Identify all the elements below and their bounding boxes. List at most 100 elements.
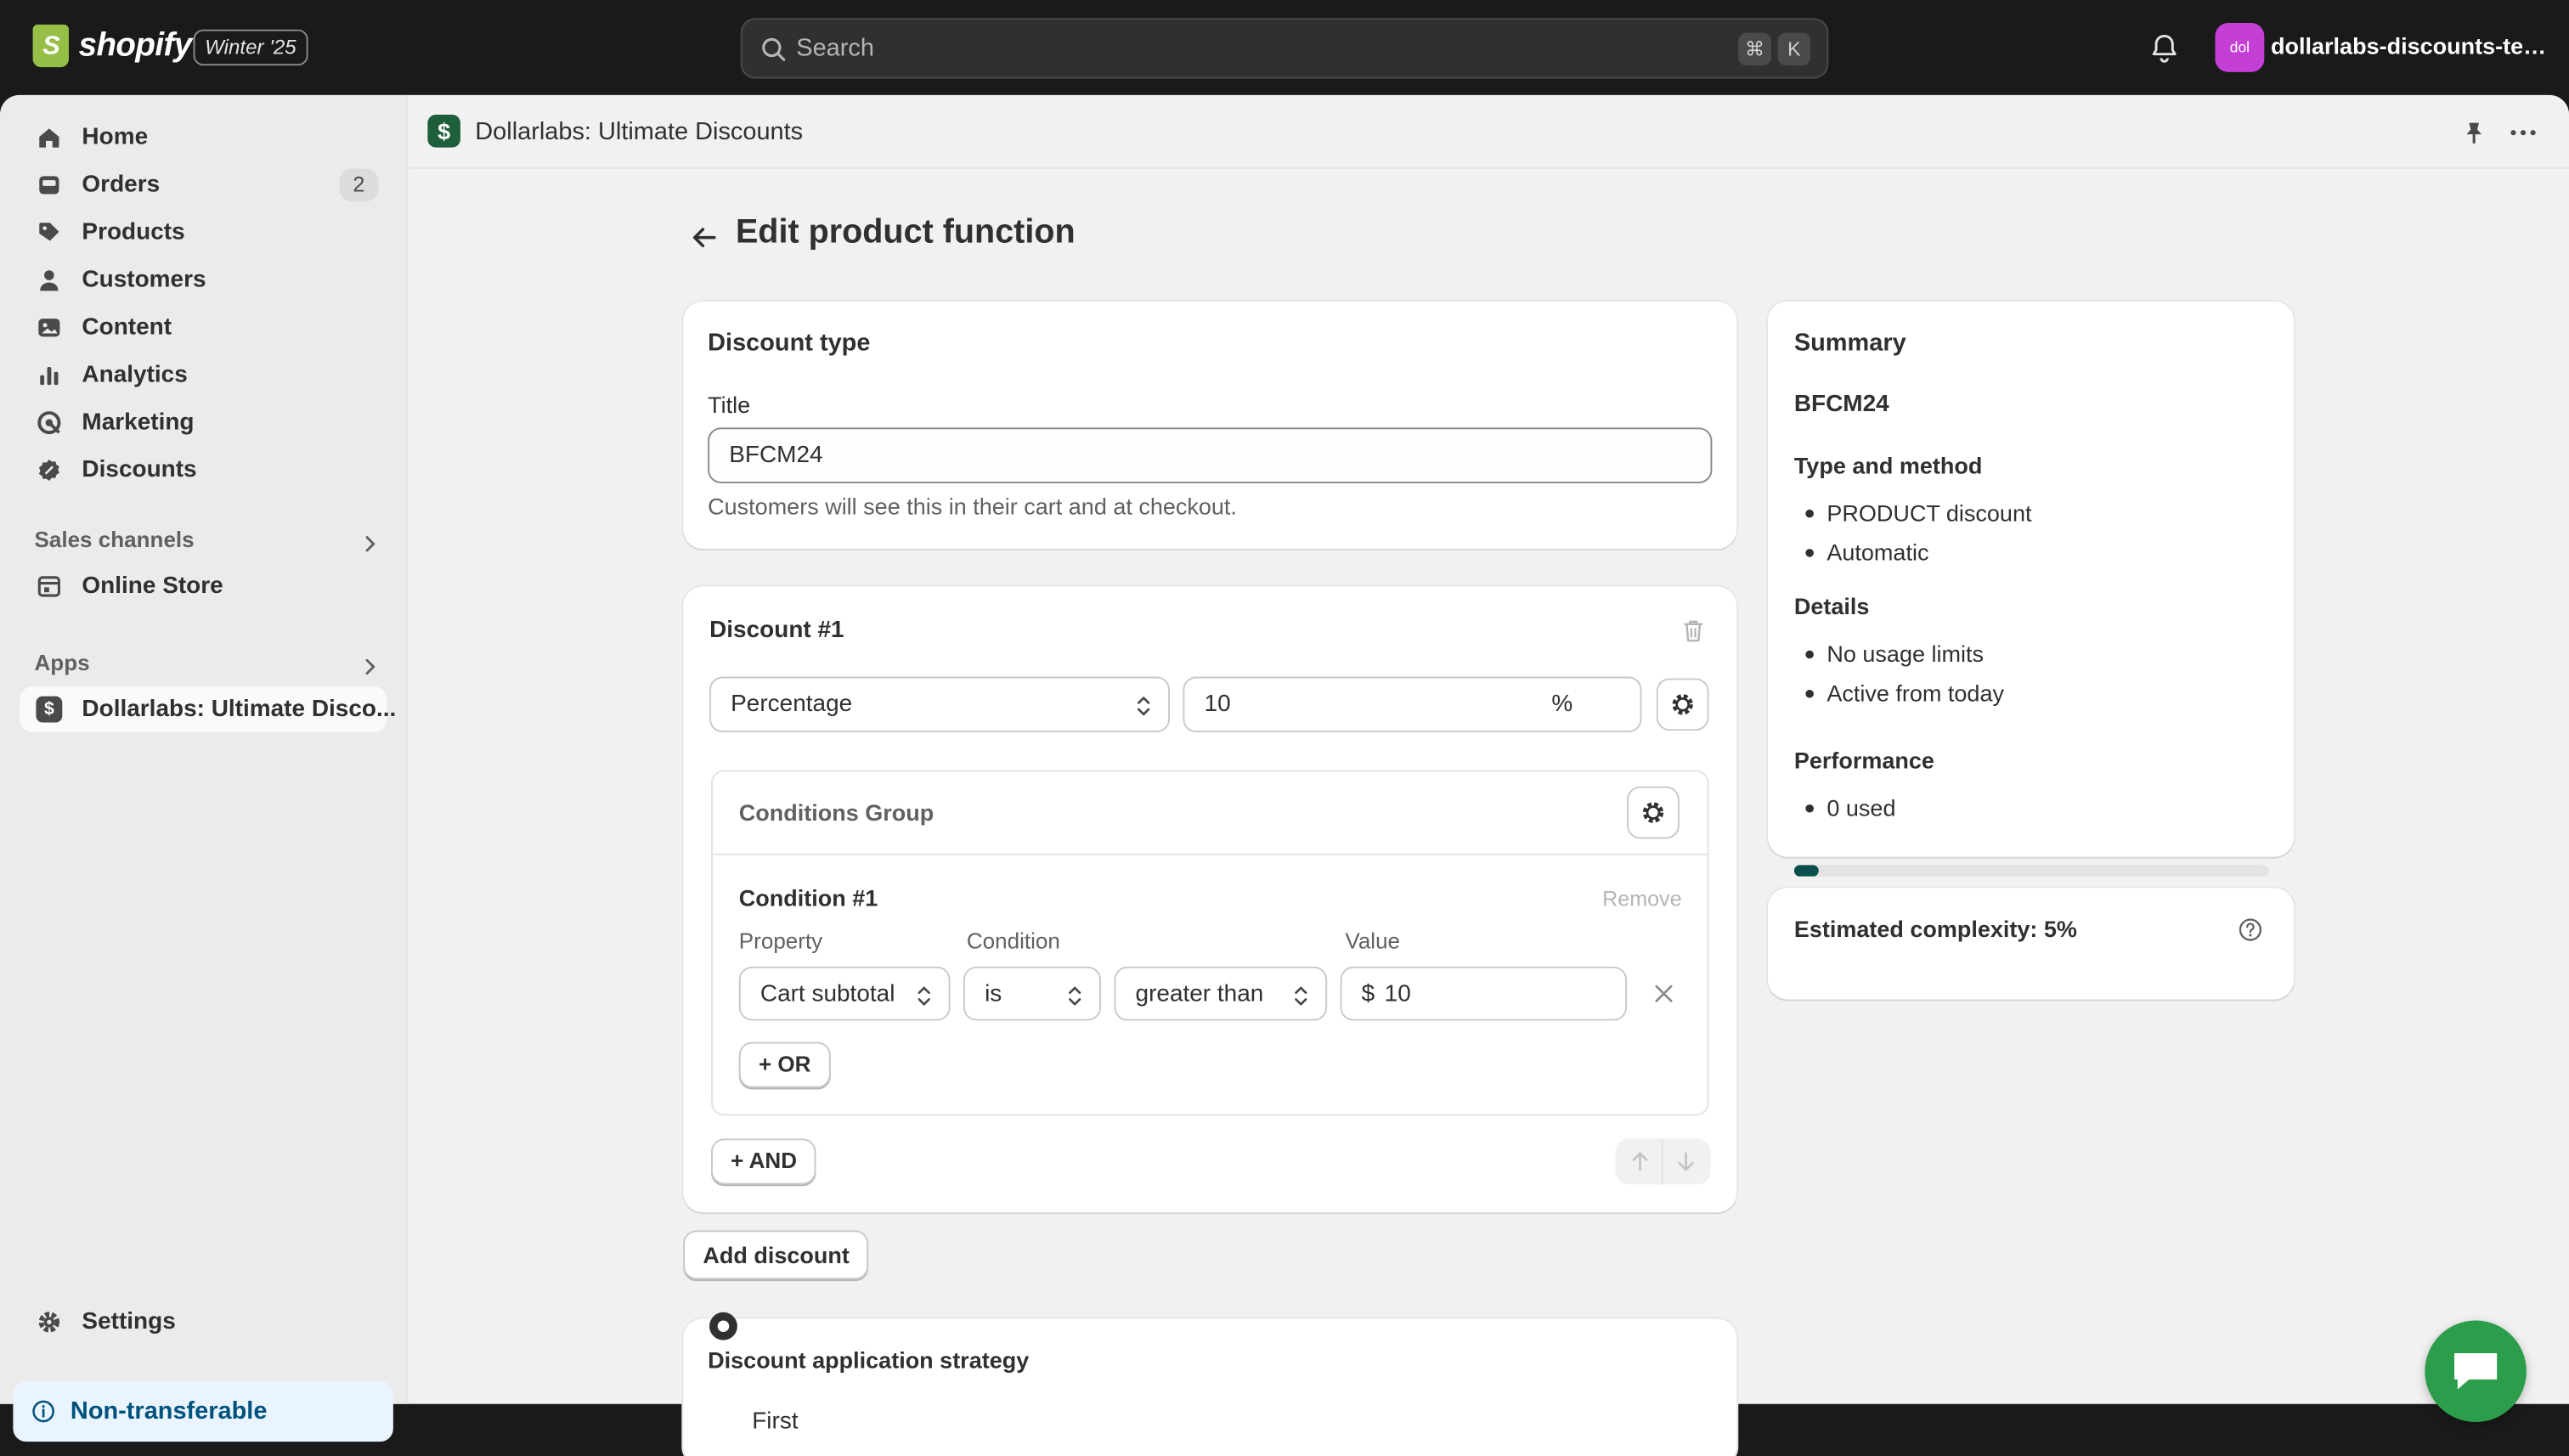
conditions-group-heading: Conditions Group	[738, 799, 934, 827]
title-input-value: BFCM24	[729, 442, 823, 469]
sidebar-item-discounts[interactable]: Discounts	[20, 448, 387, 494]
value-label: Value	[1345, 928, 1401, 954]
store-name[interactable]: dollarlabs-discounts-test...	[2271, 33, 2549, 59]
more-options-icon[interactable]	[2509, 120, 2538, 146]
complexity-progress-bar	[1793, 865, 2270, 877]
sidebar-item-label: Content	[82, 314, 172, 341]
person-icon	[40, 270, 59, 291]
select-arrows-icon	[1069, 986, 1081, 1006]
gear-icon	[1642, 802, 1664, 823]
comparison-select[interactable]: greater than	[1114, 966, 1328, 1021]
or-button[interactable]: + OR	[738, 1041, 831, 1088]
store-avatar[interactable]: dol	[2215, 23, 2265, 72]
arrow-down-icon[interactable]	[1674, 1150, 1697, 1173]
sidebar-item-home[interactable]: Home	[20, 115, 387, 161]
summary-type-item: PRODUCT discount	[1827, 499, 2032, 527]
discount-type-value: Percentage	[731, 691, 853, 718]
summary-usage-item: No usage limits	[1827, 641, 1984, 667]
complexity-progress-fill	[1793, 865, 1818, 877]
sidebar-item-orders[interactable]: Orders 2	[20, 162, 387, 208]
close-icon[interactable]	[1653, 983, 1674, 1004]
discount-amount-input[interactable]: 10 %	[1183, 676, 1642, 733]
discount-icon	[38, 459, 59, 482]
strategy-card	[683, 1318, 1737, 1456]
sidebar-item-label: Online Store	[82, 573, 223, 600]
chat-icon	[2454, 1353, 2498, 1390]
shopify-logo[interactable]: shopify	[32, 24, 192, 68]
sidebar-item-settings[interactable]: Settings	[20, 1299, 387, 1345]
title-input[interactable]: BFCM24	[708, 427, 1713, 483]
bullet	[1805, 804, 1814, 813]
performance-heading: Performance	[1793, 747, 1934, 774]
condition-heading: Condition #1	[738, 884, 878, 911]
back-arrow-icon[interactable]	[688, 221, 721, 254]
help-icon[interactable]	[2238, 917, 2262, 942]
property-select[interactable]: Cart subtotal	[738, 966, 951, 1021]
app-header: $ Dollarlabs: Ultimate Discounts	[408, 94, 2569, 169]
dollarlabs-app-icon: $	[427, 115, 460, 148]
sidebar-item-label: Home	[82, 124, 149, 151]
strategy-first-radio[interactable]	[709, 1312, 737, 1340]
complexity-card	[1767, 888, 2295, 1000]
app-title: Dollarlabs: Ultimate Discounts	[475, 117, 804, 146]
sidebar-item-content[interactable]: Content	[20, 305, 387, 351]
chevron-right-icon[interactable]	[360, 534, 380, 554]
bell-icon[interactable]	[2148, 31, 2181, 65]
edition-badge[interactable]: Winter '25	[193, 29, 308, 66]
sidebar-item-label: Customers	[82, 267, 206, 294]
sidebar-item-dollarlabs[interactable]: $ Dollarlabs: Ultimate Disco...	[20, 686, 396, 733]
condition-label: Condition	[966, 928, 1060, 954]
summary-code: BFCM24	[1793, 391, 1889, 418]
non-transferable-label: Non-transferable	[70, 1397, 268, 1425]
bullet	[1805, 549, 1814, 557]
chat-button[interactable]	[2425, 1320, 2527, 1423]
summary-card	[1767, 301, 2295, 857]
select-arrows-icon	[918, 986, 930, 1006]
sidebar-item-customers[interactable]: Customers	[20, 257, 387, 303]
orders-count-badge: 2	[339, 168, 379, 202]
summary-active-item: Active from today	[1827, 680, 2004, 707]
page-title: Edit product function	[735, 212, 1076, 251]
chart-icon	[40, 367, 59, 386]
apps-heading[interactable]: Apps	[35, 651, 90, 675]
non-transferable-banner[interactable]: Non-transferable	[13, 1380, 393, 1442]
select-arrows-icon	[1138, 697, 1150, 716]
chevron-right-icon[interactable]	[360, 657, 380, 676]
details-heading: Details	[1793, 593, 1870, 620]
divider	[1661, 1138, 1663, 1185]
conditions-group-settings-button[interactable]	[1627, 786, 1680, 839]
summary-method-item: Automatic	[1827, 539, 1929, 566]
target-icon	[37, 411, 61, 435]
comparison-value: greater than	[1135, 981, 1264, 1008]
sidebar-item-marketing[interactable]: Marketing	[20, 400, 387, 446]
type-method-heading: Type and method	[1793, 452, 1983, 479]
discount-settings-button[interactable]	[1656, 678, 1709, 731]
condition-value-input[interactable]: $ 10	[1340, 966, 1628, 1021]
select-arrows-icon	[1295, 986, 1307, 1006]
trash-icon[interactable]	[1681, 618, 1706, 644]
home-icon	[39, 128, 59, 148]
bullet	[1805, 650, 1814, 659]
discount-type-select[interactable]: Percentage	[709, 676, 1171, 733]
sidebar-item-products[interactable]: Products	[20, 210, 387, 256]
arrow-up-icon[interactable]	[1629, 1150, 1652, 1173]
bullet	[1805, 689, 1814, 698]
add-discount-button[interactable]: Add discount	[683, 1230, 870, 1280]
store-icon	[37, 576, 60, 597]
sales-channels-heading[interactable]: Sales channels	[35, 528, 195, 552]
sidebar-item-label: Orders	[82, 172, 161, 199]
sidebar-item-online-store[interactable]: Online Store	[20, 563, 387, 609]
shopify-bag-icon	[32, 24, 70, 68]
sidebar: Home Orders 2 Products Customers Content	[0, 94, 409, 1404]
remove-condition-link[interactable]: Remove	[1602, 886, 1681, 911]
gear-icon	[38, 1312, 60, 1333]
search-bar[interactable]: Search ⌘ K	[740, 18, 1829, 79]
sidebar-item-analytics[interactable]: Analytics	[20, 353, 387, 398]
sidebar-item-label: Analytics	[82, 362, 188, 389]
pin-icon[interactable]	[2461, 120, 2487, 146]
condition-is-select[interactable]: is	[963, 966, 1102, 1021]
sidebar-item-label: Products	[82, 219, 185, 246]
property-value: Cart subtotal	[759, 981, 895, 1008]
and-button[interactable]: + AND	[711, 1138, 817, 1185]
sidebar-item-label: Marketing	[82, 409, 195, 437]
